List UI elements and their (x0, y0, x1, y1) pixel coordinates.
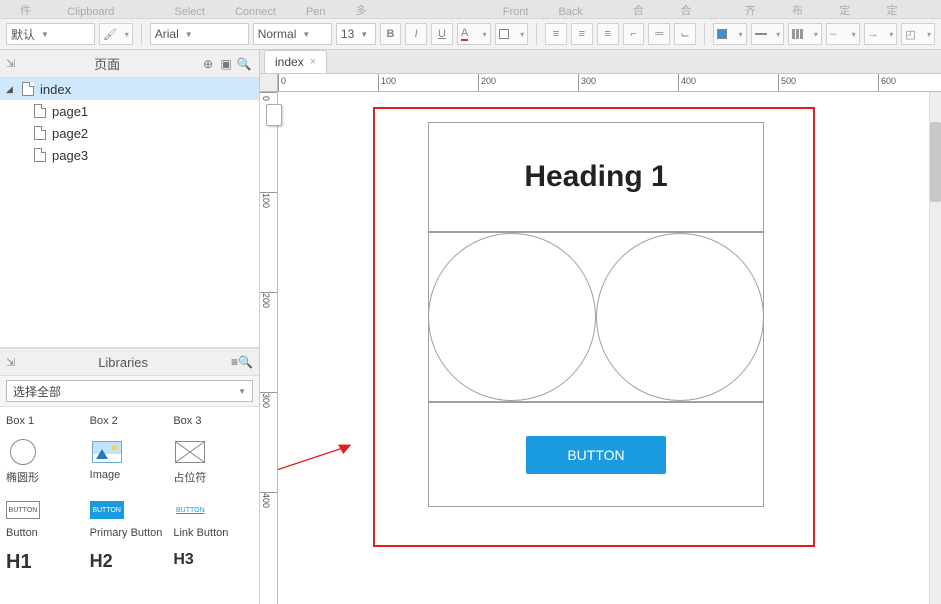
valign-top-button[interactable]: ⌐ (623, 23, 645, 45)
page-icon (34, 126, 46, 140)
menu-align[interactable]: 对齐 (745, 0, 762, 18)
widget-button[interactable]: BUTTONButton (6, 497, 86, 539)
wireframe-heading-box[interactable]: Heading 1 (428, 122, 764, 232)
page-row-page2[interactable]: page2 (0, 122, 259, 144)
widget-image[interactable]: Image (90, 439, 170, 485)
canvas-scrollbar[interactable] (929, 92, 941, 604)
pages-title: 页面 (15, 54, 199, 73)
pin-icon[interactable]: ⇲ (6, 356, 15, 369)
line-width-button[interactable] (788, 23, 822, 45)
font-weight-select[interactable]: Normal (253, 23, 332, 45)
lib-menu-icon[interactable]: ≡ (231, 355, 238, 369)
menu-select[interactable]: Select (174, 6, 205, 18)
underline-button[interactable]: U (431, 23, 453, 45)
widget-box1[interactable]: Box 1 (6, 415, 86, 427)
fill-color-button[interactable] (495, 23, 529, 45)
menu-pen[interactable]: Pen (306, 6, 326, 18)
page-label: page1 (52, 104, 88, 119)
pages-tree: ◢ index page1 page2 page3 (0, 78, 259, 348)
page-label: page2 (52, 126, 88, 141)
left-panels: ⇲ 页面 ⊕ ▣ 🔍 ◢ index page1 page2 page3 (0, 50, 260, 604)
arrow-button[interactable]: → (864, 23, 898, 45)
italic-button[interactable]: I (405, 23, 427, 45)
guide-handle[interactable] (266, 104, 282, 126)
search-lib-icon[interactable]: 🔍 (238, 355, 253, 369)
valign-bot-button[interactable]: ⌙ (674, 23, 696, 45)
menu-connect[interactable]: Connect (235, 6, 276, 18)
ruler-corner (260, 74, 278, 92)
widget-placeholder[interactable]: 占位符 (173, 439, 253, 485)
page-icon (34, 104, 46, 118)
library-filter-select[interactable]: 选择全部 (6, 380, 253, 402)
horizontal-ruler[interactable]: 0 100 200 300 400 500 600 (278, 74, 941, 92)
bold-button[interactable]: B (380, 23, 402, 45)
font-size-select[interactable]: 13 (336, 23, 376, 45)
page-row-index[interactable]: ◢ index (0, 78, 259, 100)
align-left-button[interactable]: ≡ (545, 23, 567, 45)
menu-more[interactable]: 更多 (356, 0, 373, 18)
page-row-page3[interactable]: page3 (0, 144, 259, 166)
vertical-ruler[interactable]: 0 100 200 300 400 (260, 92, 278, 604)
libraries-list: Box 1 Box 2 Box 3 椭圆形 Image 占位符 BUTTONBu… (0, 407, 259, 604)
wireframe-bottom-box[interactable]: BUTTON (428, 402, 764, 507)
libraries-panel-header: ⇲ Libraries ≡ 🔍 (0, 348, 259, 376)
annotation-arrow (278, 442, 378, 482)
wireframe-button[interactable]: BUTTON (526, 436, 666, 474)
add-folder-icon[interactable]: ▣ (217, 55, 235, 73)
wireframe-circle-1[interactable] (428, 233, 596, 401)
corner-button[interactable]: ◰ (901, 23, 935, 45)
line-style-button[interactable]: ┄ (826, 23, 860, 45)
add-page-icon[interactable]: ⊕ (199, 55, 217, 73)
align-right-button[interactable]: ≡ (597, 23, 619, 45)
libraries-title: Libraries (15, 355, 231, 370)
close-tab-icon[interactable]: × (310, 56, 316, 68)
heading-text: Heading 1 (524, 160, 667, 194)
widget-primary-button[interactable]: BUTTONPrimary Button (90, 497, 170, 539)
text-color-button[interactable]: A (457, 23, 491, 45)
pages-panel-header: ⇲ 页面 ⊕ ▣ 🔍 (0, 50, 259, 78)
tab-strip: index × (260, 50, 941, 74)
editor-area: index × 0 100 200 300 400 500 600 0 100 … (260, 50, 941, 604)
font-select[interactable]: Arial (150, 23, 249, 45)
paint-format-button[interactable]: 🖌 (99, 23, 133, 45)
line-color-button[interactable] (751, 23, 785, 45)
widget-link-button[interactable]: BUTTONLink Button (173, 497, 253, 539)
widget-h2[interactable]: H2 (90, 551, 170, 574)
widget-h1[interactable]: H1 (6, 551, 86, 574)
menu-lock[interactable]: 锁定 (839, 0, 856, 18)
menu-front[interactable]: Front (503, 6, 529, 18)
page-label: index (40, 82, 71, 97)
menu-file[interactable]: 文件 (20, 0, 37, 18)
menu-distribute[interactable]: 分布 (792, 0, 809, 18)
fill-button[interactable] (713, 23, 747, 45)
pin-icon[interactable]: ⇲ (6, 57, 15, 70)
style-select[interactable]: 默认 (6, 23, 95, 45)
menu-bar: 文件 Clipboard Select Connect Pen 更多 Front… (0, 0, 941, 18)
tab-label: index (275, 55, 304, 69)
menu-back[interactable]: Back (558, 6, 582, 18)
wireframe-circle-2[interactable] (596, 233, 764, 401)
page-icon (34, 148, 46, 162)
page-row-page1[interactable]: page1 (0, 100, 259, 122)
menu-clipboard[interactable]: Clipboard (67, 6, 114, 18)
caret-icon[interactable]: ◢ (6, 84, 16, 95)
valign-mid-button[interactable]: ═ (648, 23, 670, 45)
search-pages-icon[interactable]: 🔍 (235, 55, 253, 73)
widget-h3[interactable]: H3 (173, 551, 253, 574)
align-center-button[interactable]: ≡ (571, 23, 593, 45)
page-label: page3 (52, 148, 88, 163)
tab-index[interactable]: index × (264, 50, 327, 73)
widget-ellipse[interactable]: 椭圆形 (6, 439, 86, 485)
format-toolbar: 默认 🖌 Arial Normal 13 B I U A ≡ ≡ ≡ ⌐ ═ ⌙… (0, 18, 941, 50)
widget-box2[interactable]: Box 2 (90, 415, 170, 427)
widget-box3[interactable]: Box 3 (173, 415, 253, 427)
canvas[interactable]: Heading 1 BUTTON (278, 92, 941, 604)
page-icon (22, 82, 34, 96)
menu-group[interactable]: 组合 (633, 0, 650, 18)
menu-ungroup[interactable]: 取消组合 (680, 0, 715, 18)
menu-unlock[interactable]: 取消锁定 (887, 0, 922, 18)
